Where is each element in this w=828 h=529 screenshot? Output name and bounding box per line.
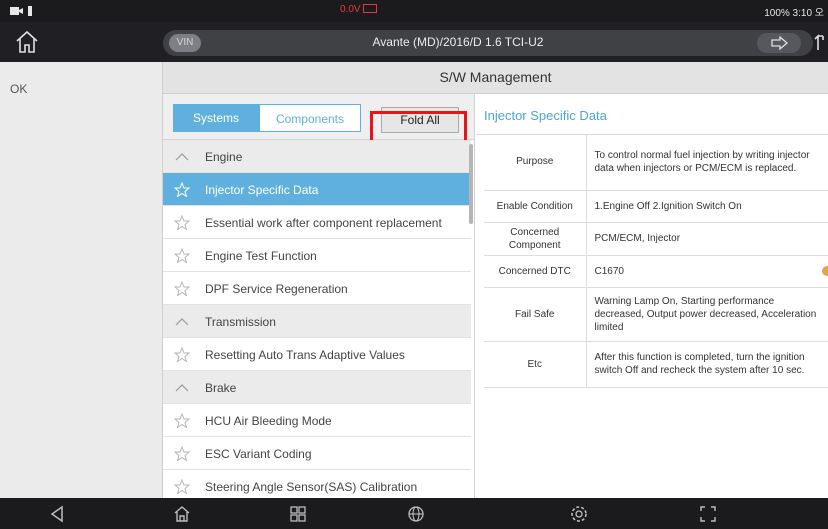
detail-value: PCM/ECM, Injector (586, 222, 828, 256)
detail-row: Purpose To control normal fuel injection… (484, 134, 828, 191)
detail-key: Enable Condition (484, 190, 587, 223)
list-scrollbar[interactable] (469, 144, 473, 224)
star-icon[interactable] (174, 281, 190, 296)
screenshot-icon[interactable] (698, 504, 718, 524)
detail-row: Fail Safe Warning Lamp On, Starting perf… (484, 287, 828, 342)
vehicle-bar: VIN Avante (MD)/2016/D 1.6 TCI-U2 (163, 30, 813, 56)
list-item[interactable]: Injector Specific Data (163, 173, 471, 206)
ok-button[interactable]: OK (10, 82, 27, 96)
vehicle-title: Avante (MD)/2016/D 1.6 TCI-U2 (372, 35, 544, 49)
detail-row: Concerned DTC C1670 (484, 255, 828, 288)
list-section-header[interactable]: Brake (163, 371, 471, 404)
system-status: 100% 3:10 오 (764, 8, 824, 19)
android-nav-bar (0, 498, 828, 529)
star-icon[interactable] (174, 347, 190, 362)
list-item[interactable]: ESC Variant Coding (163, 437, 471, 470)
detail-panel: Injector Specific Data Purpose To contro… (476, 94, 828, 498)
back-icon[interactable] (48, 504, 68, 524)
list-section-header[interactable]: Transmission (163, 305, 471, 338)
title-bar: VIN Avante (MD)/2016/D 1.6 TCI-U2 (0, 22, 828, 62)
upload-icon[interactable] (814, 32, 828, 52)
list-item-label: Transmission (205, 315, 276, 329)
star-icon[interactable] (174, 446, 190, 461)
detail-value: To control normal fuel injection by writ… (586, 134, 828, 191)
list-section-header[interactable]: Engine (163, 140, 471, 173)
detail-row: Enable Condition 1.Engine Off 2.Ignition… (484, 190, 828, 223)
star-icon[interactable] (174, 182, 190, 197)
list-item-label: Resetting Auto Trans Adaptive Values (205, 348, 405, 362)
battery-icon (362, 4, 377, 13)
detail-key: Concerned Component (484, 222, 587, 256)
apps-icon[interactable] (288, 504, 308, 524)
camera-icon (10, 6, 32, 16)
star-icon[interactable] (174, 479, 190, 494)
star-icon[interactable] (174, 248, 190, 263)
status-bar: 0.0V 100% 3:10 오 (0, 0, 828, 22)
page-title-bar: S/W Management (163, 62, 828, 94)
page-title: S/W Management (439, 69, 552, 85)
voltage-indicator: 0.0V (340, 4, 377, 15)
list-item-label: Essential work after component replaceme… (205, 216, 442, 230)
detail-row: Concerned Component PCM/ECM, Injector (484, 222, 828, 256)
list-item[interactable]: Essential work after component replaceme… (163, 206, 471, 239)
list-item-label: Engine Test Function (205, 249, 317, 263)
dtc-info-icon[interactable] (822, 266, 828, 276)
list-item-label: Engine (205, 150, 243, 164)
list-item-label: ESC Variant Coding (205, 447, 312, 461)
detail-table: Purpose To control normal fuel injection… (484, 134, 828, 388)
star-icon[interactable] (174, 413, 190, 428)
home-icon[interactable] (12, 29, 42, 55)
chevron-up-icon[interactable] (174, 314, 190, 329)
list-item[interactable]: Engine Test Function (163, 239, 471, 272)
detail-value: 1.Engine Off 2.Ignition Switch On (586, 190, 828, 223)
list-item-label: HCU Air Bleeding Mode (205, 414, 332, 428)
list-item[interactable]: Steering Angle Sensor(SAS) Calibration (163, 470, 471, 498)
detail-key: Concerned DTC (484, 255, 587, 288)
settings-icon[interactable] (569, 504, 589, 524)
detail-key: Etc (484, 341, 587, 388)
list-item[interactable]: HCU Air Bleeding Mode (163, 404, 471, 437)
chevron-up-icon[interactable] (174, 380, 190, 395)
function-list: Engine Injector Specific Data Essential wo… (163, 140, 471, 498)
detail-value[interactable]: C1670 (586, 255, 828, 288)
tab-components[interactable]: Components (259, 104, 361, 132)
detail-row: Etc After this function is completed, tu… (484, 341, 828, 388)
left-panel: OK (0, 62, 163, 498)
list-item-label: DPF Service Regeneration (205, 282, 348, 296)
detail-value: After this function is completed, turn t… (586, 341, 828, 388)
detail-value: Warning Lamp On, Starting performance de… (586, 287, 828, 342)
list-item-label: Brake (205, 381, 237, 395)
function-list-panel: Systems Components Fold All Engine Inject… (163, 94, 475, 498)
list-item-label: Injector Specific Data (205, 183, 319, 197)
chevron-up-icon[interactable] (174, 149, 190, 164)
home-icon[interactable] (172, 504, 192, 524)
globe-icon[interactable] (406, 504, 426, 524)
list-item-label: Steering Angle Sensor(SAS) Calibration (205, 480, 418, 494)
star-icon[interactable] (174, 215, 190, 230)
forward-arrow-icon[interactable] (757, 33, 801, 53)
detail-title: Injector Specific Data (484, 108, 607, 123)
detail-key: Fail Safe (484, 287, 587, 342)
list-item[interactable]: Resetting Auto Trans Adaptive Values (163, 338, 471, 371)
detail-key: Purpose (484, 134, 587, 191)
tab-systems[interactable]: Systems (173, 104, 259, 132)
list-item[interactable]: DPF Service Regeneration (163, 272, 471, 305)
